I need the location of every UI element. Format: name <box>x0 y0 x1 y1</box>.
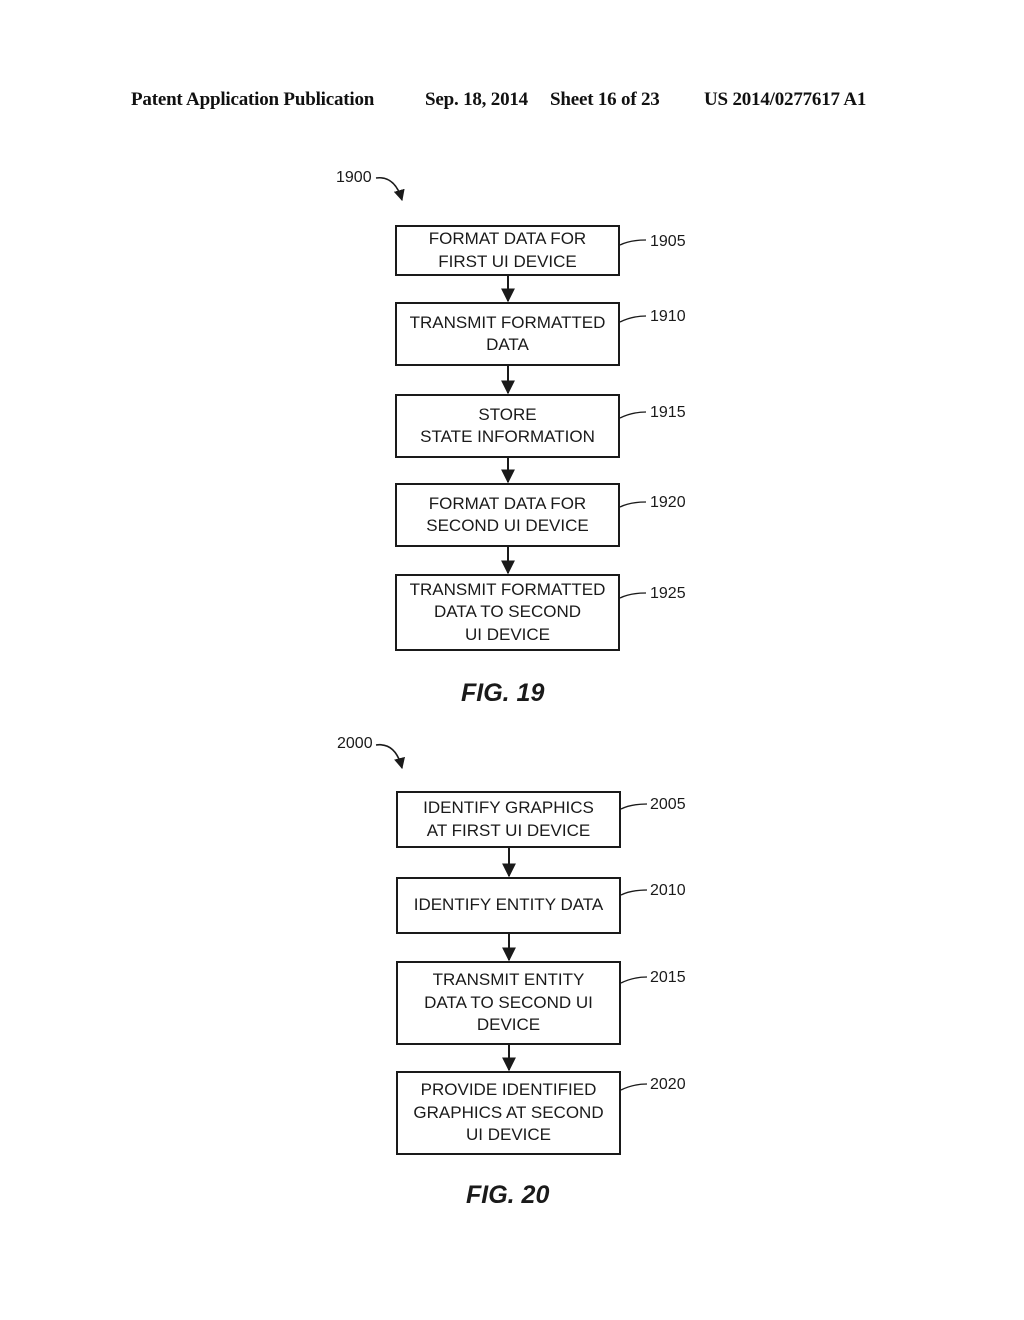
fig20-pointer-arrow <box>375 743 405 770</box>
step-2010-ref: 2010 <box>650 882 686 899</box>
step-1920-box: FORMAT DATA FOR SECOND UI DEVICE <box>395 483 620 547</box>
fig20-leaders <box>620 803 648 1091</box>
fig19-leaders <box>619 239 647 599</box>
publication-date: Sep. 18, 2014 <box>425 89 528 110</box>
step-1915-box: STORE STATE INFORMATION <box>395 394 620 458</box>
fig19-pointer-arrow <box>375 176 405 202</box>
fig19-reference: 1900 <box>336 169 372 186</box>
step-1910-box: TRANSMIT FORMATTED DATA <box>395 302 620 366</box>
step-1925-box: TRANSMIT FORMATTED DATA TO SECOND UI DEV… <box>395 574 620 651</box>
step-2020-ref: 2020 <box>650 1076 686 1093</box>
step-1915-ref: 1915 <box>650 404 686 421</box>
step-2015-box: TRANSMIT ENTITY DATA TO SECOND UI DEVICE <box>396 961 621 1045</box>
step-1910-ref: 1910 <box>650 308 686 325</box>
step-1905-box: FORMAT DATA FOR FIRST UI DEVICE <box>395 225 620 276</box>
publication-label: Patent Application Publication <box>131 89 375 110</box>
step-2020-box: PROVIDE IDENTIFIED GRAPHICS AT SECOND UI… <box>396 1071 621 1155</box>
step-1925-ref: 1925 <box>650 585 686 602</box>
fig20-caption: FIG. 20 <box>466 1181 550 1209</box>
patent-number: US 2014/0277617 A1 <box>704 89 867 110</box>
sheet-number: Sheet 16 of 23 <box>550 89 660 110</box>
step-2005-ref: 2005 <box>650 796 686 813</box>
step-2005-box: IDENTIFY GRAPHICS AT FIRST UI DEVICE <box>396 791 621 848</box>
step-2015-ref: 2015 <box>650 969 686 986</box>
step-1920-ref: 1920 <box>650 494 686 511</box>
step-1905-ref: 1905 <box>650 233 686 250</box>
step-2010-box: IDENTIFY ENTITY DATA <box>396 877 621 934</box>
fig20-reference: 2000 <box>337 735 373 752</box>
fig19-caption: FIG. 19 <box>461 679 545 707</box>
